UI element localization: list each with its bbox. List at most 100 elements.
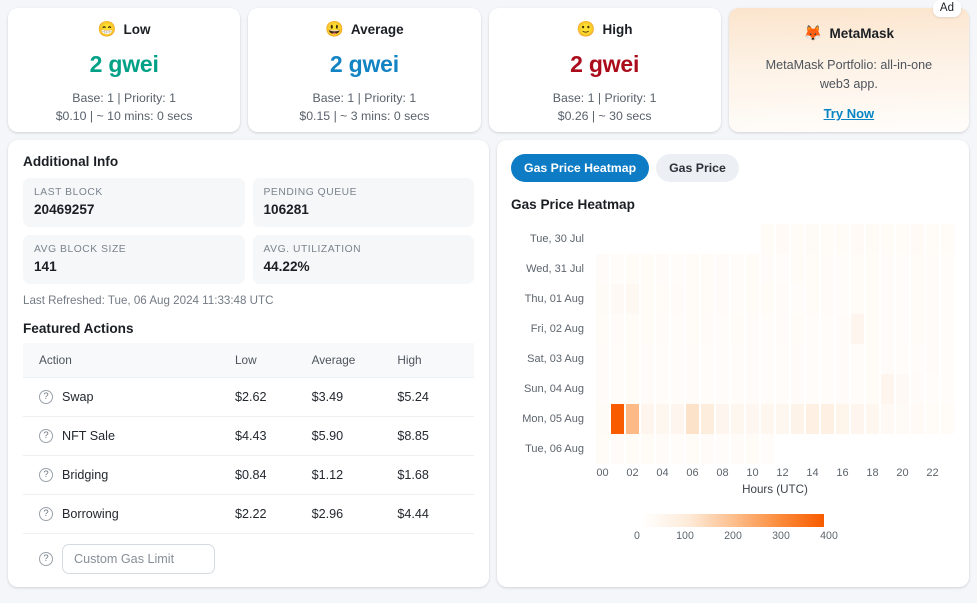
heatmap-cell[interactable]: [881, 284, 894, 314]
heatmap-cell[interactable]: [716, 374, 729, 404]
heatmap-cell[interactable]: [821, 314, 834, 344]
heatmap-cell[interactable]: [761, 254, 774, 284]
heatmap-cell[interactable]: [596, 284, 609, 314]
heatmap-cell[interactable]: [626, 314, 639, 344]
heatmap-cell[interactable]: [806, 374, 819, 404]
heatmap-cell[interactable]: [746, 344, 759, 374]
heatmap-cell[interactable]: [671, 284, 684, 314]
tab-gas-price-heatmap[interactable]: Gas Price Heatmap: [511, 154, 649, 182]
heatmap-cell[interactable]: [941, 254, 954, 284]
heatmap-cell[interactable]: [641, 374, 654, 404]
heatmap-cell[interactable]: [731, 344, 744, 374]
heatmap-cell[interactable]: [626, 284, 639, 314]
heatmap-cell[interactable]: [746, 374, 759, 404]
heatmap-cell[interactable]: [776, 344, 789, 374]
heatmap-cell[interactable]: [656, 374, 669, 404]
heatmap-cell[interactable]: [596, 374, 609, 404]
heatmap-cell[interactable]: [761, 374, 774, 404]
heatmap-cell[interactable]: [791, 284, 804, 314]
heatmap-cell[interactable]: [836, 374, 849, 404]
heatmap-cell[interactable]: [716, 284, 729, 314]
heatmap-cell[interactable]: [821, 254, 834, 284]
heatmap-cell[interactable]: [626, 254, 639, 284]
heatmap-cell[interactable]: [836, 404, 849, 434]
heatmap-cell[interactable]: [881, 254, 894, 284]
heatmap-cell[interactable]: [701, 374, 714, 404]
heatmap-cell[interactable]: [791, 374, 804, 404]
heatmap-cell[interactable]: [866, 224, 879, 254]
heatmap-cell[interactable]: [776, 254, 789, 284]
heatmap-cell[interactable]: [821, 404, 834, 434]
heatmap-cell[interactable]: [731, 284, 744, 314]
heatmap-cell[interactable]: [806, 284, 819, 314]
heatmap-cell[interactable]: [701, 314, 714, 344]
heatmap-cell[interactable]: [911, 404, 924, 434]
heatmap-cell[interactable]: [641, 434, 654, 464]
heatmap-cell[interactable]: [731, 374, 744, 404]
heatmap-cell[interactable]: [626, 434, 639, 464]
heatmap-cell[interactable]: [791, 254, 804, 284]
heatmap-cell[interactable]: [746, 404, 759, 434]
heatmap-cell[interactable]: [626, 374, 639, 404]
heatmap-cell[interactable]: [686, 344, 699, 374]
heatmap-cell[interactable]: [926, 374, 939, 404]
heatmap-cell[interactable]: [686, 314, 699, 344]
heatmap-cell[interactable]: [611, 314, 624, 344]
heatmap-cell[interactable]: [626, 344, 639, 374]
heatmap-cell[interactable]: [791, 224, 804, 254]
heatmap-cell[interactable]: [611, 404, 624, 434]
heatmap-cell[interactable]: [866, 254, 879, 284]
heatmap-cell[interactable]: [641, 404, 654, 434]
heatmap-cell[interactable]: [836, 254, 849, 284]
heatmap-cell[interactable]: [866, 284, 879, 314]
heatmap-cell[interactable]: [776, 404, 789, 434]
heatmap-cell[interactable]: [611, 374, 624, 404]
heatmap-cell[interactable]: [671, 374, 684, 404]
heatmap-cell[interactable]: [926, 314, 939, 344]
heatmap-cell[interactable]: [686, 434, 699, 464]
heatmap-cell[interactable]: [671, 314, 684, 344]
heatmap-cell[interactable]: [611, 434, 624, 464]
heatmap-cell[interactable]: [776, 374, 789, 404]
heatmap-cell[interactable]: [911, 314, 924, 344]
heatmap-cell[interactable]: [656, 344, 669, 374]
heatmap-cell[interactable]: [791, 404, 804, 434]
try-now-link[interactable]: Try Now: [824, 106, 875, 121]
heatmap-cell[interactable]: [941, 224, 954, 254]
heatmap-cell[interactable]: [881, 224, 894, 254]
heatmap-cell[interactable]: [806, 224, 819, 254]
heatmap-cell[interactable]: [911, 284, 924, 314]
heatmap-cell[interactable]: [761, 314, 774, 344]
heatmap-cell[interactable]: [836, 344, 849, 374]
heatmap-cell[interactable]: [791, 344, 804, 374]
heatmap-cell[interactable]: [596, 254, 609, 284]
heatmap-cell[interactable]: [791, 314, 804, 344]
heatmap-cell[interactable]: [731, 404, 744, 434]
heatmap-cell[interactable]: [641, 314, 654, 344]
heatmap-cell[interactable]: [671, 404, 684, 434]
heatmap-cell[interactable]: [806, 254, 819, 284]
heatmap-cell[interactable]: [836, 314, 849, 344]
heatmap-cell[interactable]: [926, 284, 939, 314]
heatmap-cell[interactable]: [656, 434, 669, 464]
heatmap-cell[interactable]: [866, 314, 879, 344]
heatmap-cell[interactable]: [866, 374, 879, 404]
heatmap-cell[interactable]: [701, 434, 714, 464]
heatmap-cell[interactable]: [701, 284, 714, 314]
custom-gas-limit-input[interactable]: [62, 544, 215, 574]
heatmap-cell[interactable]: [716, 344, 729, 374]
heatmap-cell[interactable]: [701, 254, 714, 284]
heatmap-cell[interactable]: [836, 224, 849, 254]
help-icon[interactable]: ?: [39, 390, 53, 404]
heatmap-cell[interactable]: [596, 434, 609, 464]
heatmap-cell[interactable]: [731, 254, 744, 284]
heatmap-cell[interactable]: [821, 224, 834, 254]
heatmap-cell[interactable]: [941, 314, 954, 344]
heatmap-cell[interactable]: [851, 224, 864, 254]
heatmap-cell[interactable]: [941, 374, 954, 404]
heatmap-cell[interactable]: [881, 404, 894, 434]
heatmap-cell[interactable]: [881, 374, 894, 404]
help-icon[interactable]: ?: [39, 468, 53, 482]
heatmap-cell[interactable]: [611, 344, 624, 374]
heatmap-cell[interactable]: [896, 344, 909, 374]
